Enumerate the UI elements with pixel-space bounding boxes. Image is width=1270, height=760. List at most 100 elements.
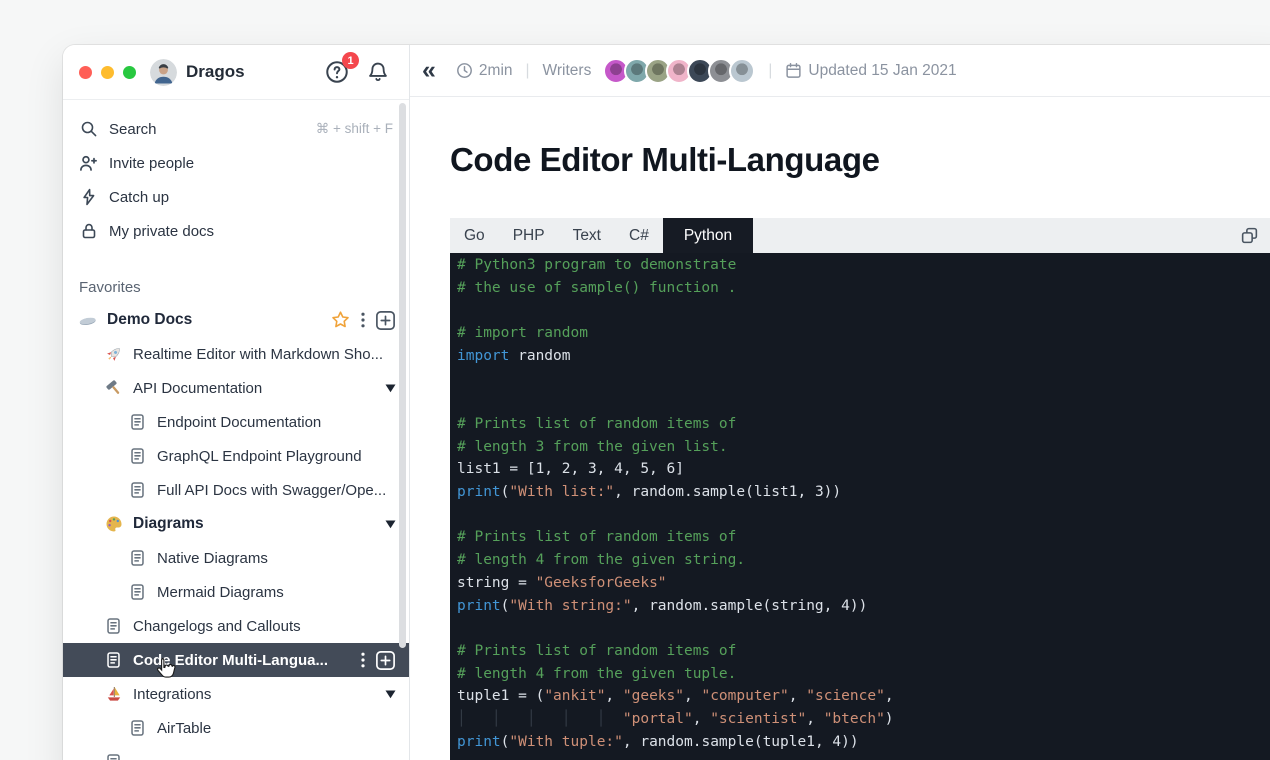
bell-icon[interactable] xyxy=(367,61,389,83)
tab-text[interactable]: Text xyxy=(559,218,615,253)
minimize-window-button[interactable] xyxy=(101,66,114,79)
code-line xyxy=(457,299,1270,322)
code-segment-str: "GeeksforGeeks" xyxy=(536,575,667,591)
code-line: # import random xyxy=(457,322,1270,345)
divider: | xyxy=(768,62,772,80)
close-window-button[interactable] xyxy=(79,66,92,79)
app-window: Dragos 1 Search⌘ + shift + FInvite peopl… xyxy=(63,45,1270,760)
invite-people-icon xyxy=(79,154,98,173)
code-segment-com: # Prints list of random items of xyxy=(457,643,736,659)
palette-icon xyxy=(104,515,123,534)
sidebar-doc-api-documentation[interactable]: API Documentation xyxy=(63,371,409,405)
tree-item-label: API Documentation xyxy=(133,380,262,397)
code-segment-str: "portal" xyxy=(623,711,693,727)
code-line: import random xyxy=(457,345,1270,368)
tree-item-label: GraphQL Endpoint Playground xyxy=(157,448,362,465)
document-icon xyxy=(104,651,123,670)
nav-item-label: Search xyxy=(109,121,157,138)
sidebar-doc-realtime-editor-with-markdown-sho[interactable]: Realtime Editor with Markdown Sho... xyxy=(63,337,409,371)
nav-item-label: My private docs xyxy=(109,223,214,240)
collapse-arrow-icon[interactable] xyxy=(385,384,396,393)
code-line: # Prints list of random items of xyxy=(457,640,1270,663)
sidebar-doc-airtable[interactable]: AirTable xyxy=(63,711,409,745)
tree-item-label: Integrations xyxy=(133,686,211,703)
hammer-icon xyxy=(104,379,123,398)
sidebar-scrollbar[interactable] xyxy=(399,103,406,648)
help-button[interactable]: 1 xyxy=(325,60,349,84)
code-line: # Prints list of random items of xyxy=(457,413,1270,436)
sidebar-doc-diagrams[interactable]: Diagrams xyxy=(63,507,409,541)
writers-label: Writers xyxy=(543,62,592,80)
sidebar-item-invite-people[interactable]: Invite people xyxy=(63,146,409,180)
tab-c[interactable]: C# xyxy=(615,218,663,253)
document-icon xyxy=(128,447,147,466)
code-line: # length 3 from the given list. xyxy=(457,436,1270,459)
code-segment-plain: ) xyxy=(885,711,894,727)
document-content: Code Editor Multi-Language GoPHPTextC#Py… xyxy=(410,97,1270,760)
document-topbar: « 2min | Writers | Updated 15 Jan 2021 xyxy=(410,45,1270,97)
sidebar-doc-partial[interactable] xyxy=(63,745,409,760)
code-line xyxy=(457,368,1270,391)
tab-python[interactable]: Python xyxy=(663,218,753,253)
copy-code-button[interactable] xyxy=(1240,226,1259,245)
sidebar-doc-mermaid-diagrams[interactable]: Mermaid Diagrams xyxy=(63,575,409,609)
code-segment-plain: , xyxy=(806,711,823,727)
tab-go[interactable]: Go xyxy=(450,218,499,253)
sidebar-item-catch-up[interactable]: Catch up xyxy=(63,180,409,214)
sidebar-item-search[interactable]: Search⌘ + shift + F xyxy=(63,112,409,146)
boat-icon xyxy=(104,685,123,704)
code-segment-guide: │ │ │ │ │ xyxy=(457,711,623,727)
kebab-menu-icon[interactable] xyxy=(360,651,366,669)
tree-item-label: Mermaid Diagrams xyxy=(157,584,284,601)
window-controls xyxy=(79,66,136,79)
zoom-window-button[interactable] xyxy=(123,66,136,79)
user-name: Dragos xyxy=(186,62,245,82)
favorites-section-label: Favorites xyxy=(79,279,409,296)
code-segment-kw: print xyxy=(457,484,501,500)
notification-badge: 1 xyxy=(342,52,359,69)
tree-item-label: Diagrams xyxy=(133,515,204,533)
sidebar-doc-code-editor-multi-langua[interactable]: Code Editor Multi-Langua... xyxy=(63,643,409,677)
code-line xyxy=(457,617,1270,640)
document-icon xyxy=(128,549,147,568)
sidebar-header: Dragos 1 xyxy=(63,45,409,100)
document-icon xyxy=(128,481,147,500)
sidebar-doc-demo-docs[interactable]: Demo Docs xyxy=(63,303,409,337)
clock-icon xyxy=(456,62,473,79)
add-page-icon[interactable] xyxy=(375,650,396,671)
collapse-arrow-icon[interactable] xyxy=(385,690,396,699)
code-line: print("With string:", random.sample(stri… xyxy=(457,595,1270,618)
code-segment-plain: random xyxy=(509,348,570,364)
sidebar-doc-changelogs-and-callouts[interactable]: Changelogs and Callouts xyxy=(63,609,409,643)
add-page-icon[interactable] xyxy=(375,310,396,331)
tree-item-label: Endpoint Documentation xyxy=(157,414,321,431)
writer-avatar[interactable] xyxy=(729,58,755,84)
row-actions xyxy=(360,650,396,671)
code-line: tuple1 = ("ankit", "geeks", "computer", … xyxy=(457,685,1270,708)
code-line: # length 4 from the given tuple. xyxy=(457,663,1270,686)
sidebar-doc-native-diagrams[interactable]: Native Diagrams xyxy=(63,541,409,575)
page-title: Code Editor Multi-Language xyxy=(450,141,1270,179)
sidebar-doc-graphql-endpoint-playground[interactable]: GraphQL Endpoint Playground xyxy=(63,439,409,473)
sidebar-nav: Search⌘ + shift + FInvite peopleCatch up… xyxy=(63,112,409,248)
sidebar-item-my-private-docs[interactable]: My private docs xyxy=(63,214,409,248)
code-line: list1 = [1, 2, 3, 4, 5, 6] xyxy=(457,458,1270,481)
collapse-arrow-icon[interactable] xyxy=(385,520,396,529)
code-segment-plain: , xyxy=(693,711,710,727)
document-icon xyxy=(128,719,147,738)
favorite-star-icon[interactable] xyxy=(330,310,351,330)
code-editor-block: GoPHPTextC#Python # Python3 program to d… xyxy=(450,218,1270,760)
code-segment-str: "ankit" xyxy=(544,688,605,704)
code-segment-str: "btech" xyxy=(824,711,885,727)
user-avatar[interactable] xyxy=(150,59,177,86)
code-line: # Prints list of random items of xyxy=(457,526,1270,549)
tab-php[interactable]: PHP xyxy=(499,218,559,253)
sidebar-doc-integrations[interactable]: Integrations xyxy=(63,677,409,711)
code-line: # length 4 from the given string. xyxy=(457,549,1270,572)
sidebar-doc-endpoint-documentation[interactable]: Endpoint Documentation xyxy=(63,405,409,439)
kebab-menu-icon[interactable] xyxy=(360,311,366,329)
collapse-sidebar-button[interactable]: « xyxy=(418,58,440,83)
sidebar-doc-full-api-docs-with-swagger-ope[interactable]: Full API Docs with Swagger/Ope... xyxy=(63,473,409,507)
code-segment-com: # length 4 from the given tuple. xyxy=(457,666,736,682)
code-segment-plain: , xyxy=(605,688,622,704)
